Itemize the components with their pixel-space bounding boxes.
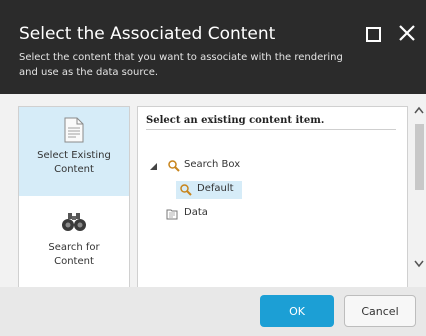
mode-label: Select Existing Content — [37, 150, 111, 175]
dialog-body: Select Existing Content Search for Conte… — [0, 94, 426, 288]
scroll-thumb[interactable] — [415, 124, 424, 190]
document-icon — [64, 117, 84, 143]
mode-selector: Select Existing Content Search for Conte… — [18, 106, 130, 288]
dialog-header: Select the Associated Content Select the… — [0, 0, 426, 94]
maximize-icon[interactable] — [366, 27, 381, 42]
expand-arrow-icon[interactable] — [150, 163, 157, 170]
tree-item-label: Default — [197, 183, 234, 194]
mode-search-for-content[interactable]: Search for Content — [19, 197, 129, 287]
mode-label: Search for Content — [48, 242, 100, 267]
content-tree-panel: Select an existing content item. Search … — [137, 106, 408, 288]
dialog-subtitle: Select the content that you want to asso… — [19, 52, 343, 78]
dialog-title: Select the Associated Content — [19, 24, 276, 44]
binoculars-icon — [62, 213, 86, 231]
scroll-down-icon[interactable] — [414, 260, 424, 268]
search-icon — [168, 160, 180, 172]
tree-item-search-box[interactable]: Search Box — [146, 157, 266, 175]
ok-button[interactable]: OK — [260, 295, 334, 327]
close-icon[interactable] — [398, 24, 416, 42]
tree-header: Select an existing content item. — [146, 115, 396, 130]
scroll-up-icon[interactable] — [414, 106, 424, 114]
search-icon — [180, 184, 192, 196]
dialog-footer: OK Cancel — [0, 287, 426, 336]
mode-select-existing-content[interactable]: Select Existing Content — [19, 107, 129, 196]
vertical-scrollbar[interactable] — [412, 94, 426, 287]
tree-item-data[interactable]: Data — [162, 205, 242, 223]
tree-item-label: Data — [184, 207, 208, 218]
cancel-button[interactable]: Cancel — [344, 295, 416, 327]
folder-data-icon — [166, 209, 178, 220]
tree-item-label: Search Box — [184, 159, 241, 170]
tree-item-default[interactable]: Default — [176, 181, 242, 199]
